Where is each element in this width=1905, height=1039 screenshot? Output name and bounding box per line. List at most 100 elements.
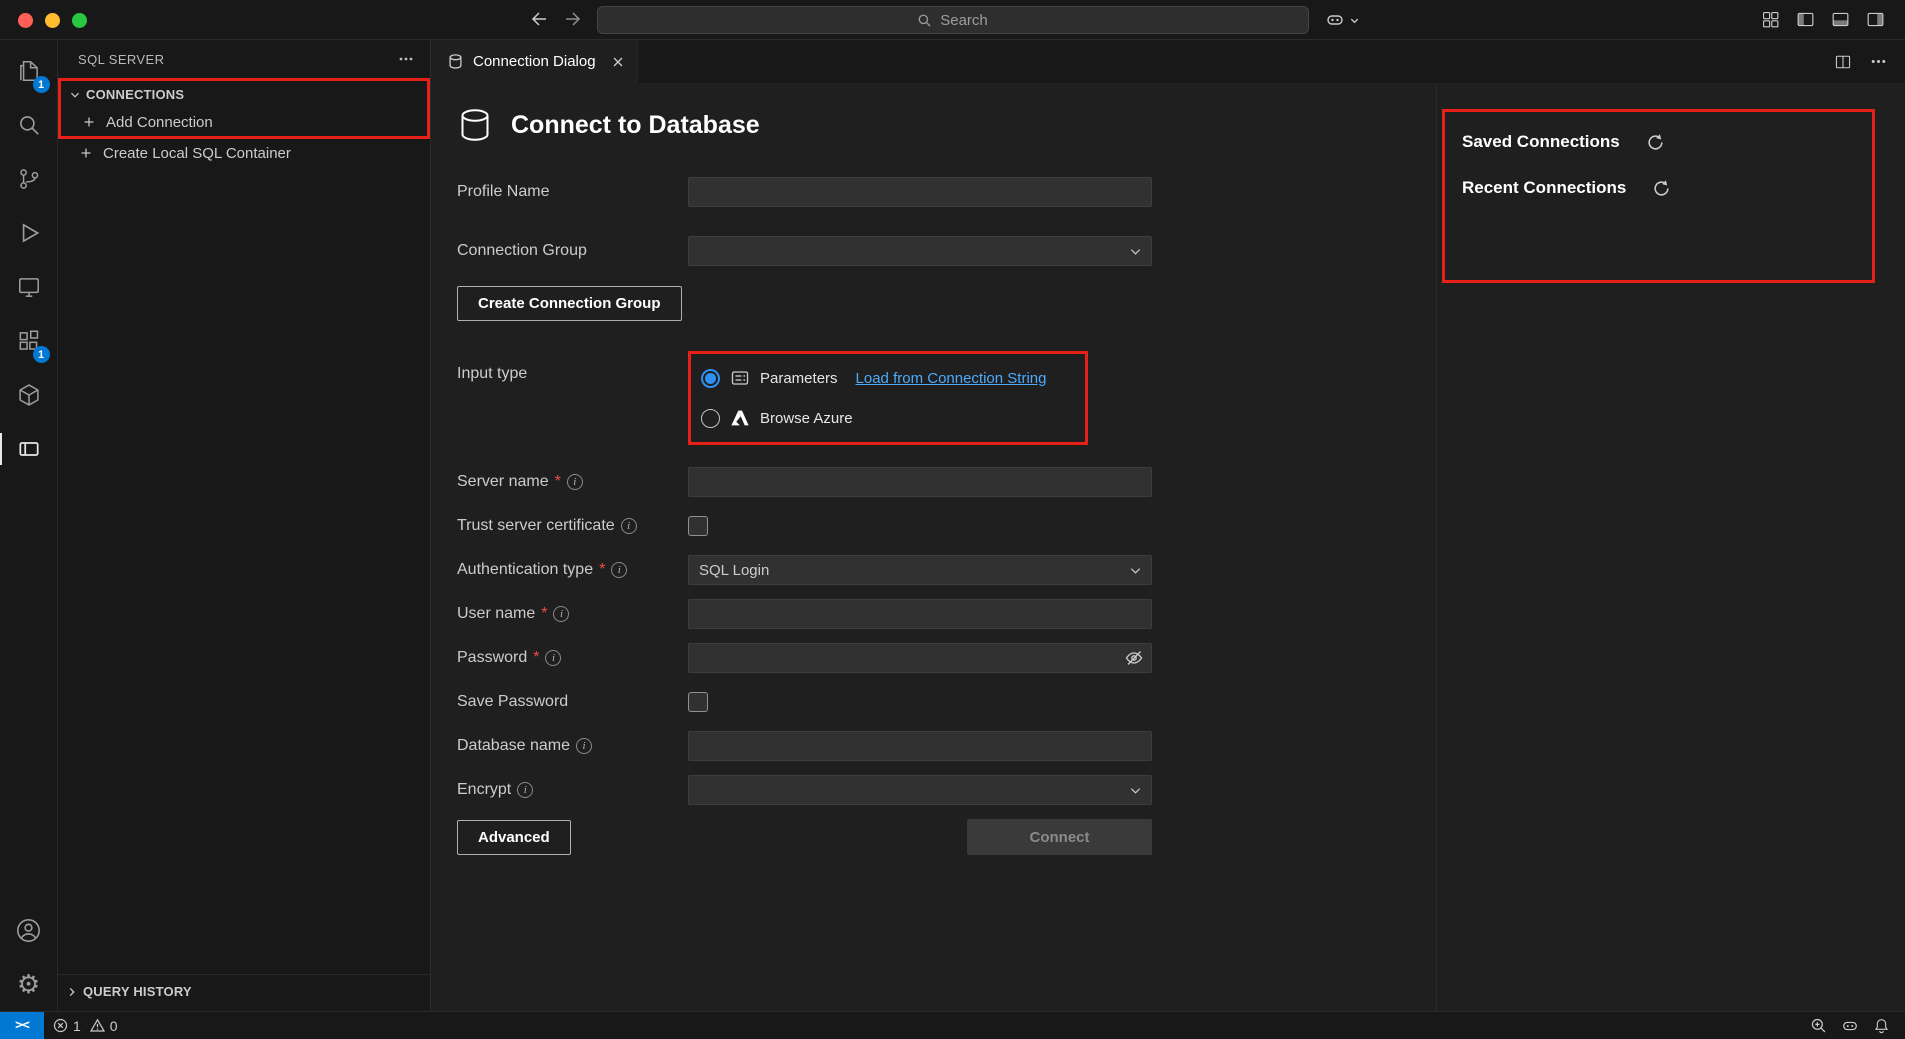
- connection-group-label: Connection Group: [457, 242, 688, 260]
- copilot-menu-button[interactable]: [1325, 10, 1360, 30]
- refresh-saved-connections-icon[interactable]: [1646, 133, 1665, 152]
- trust-server-certificate-checkbox[interactable]: [688, 516, 708, 536]
- user-name-input[interactable]: [688, 599, 1152, 629]
- close-window-button[interactable]: [18, 13, 33, 28]
- explorer-badge: 1: [33, 76, 50, 93]
- activity-settings[interactable]: ⚙: [0, 957, 58, 1011]
- annotation-box-connections: CONNECTIONS Add Connection: [58, 78, 430, 139]
- layout-controls: [1761, 10, 1885, 29]
- statusbar-right: [1803, 1017, 1905, 1035]
- user-name-row: User name * i: [457, 599, 1905, 629]
- info-icon[interactable]: i: [567, 474, 583, 490]
- server-name-input[interactable]: [688, 467, 1152, 497]
- plus-icon: [81, 114, 97, 130]
- activity-explorer[interactable]: 1: [0, 44, 58, 98]
- activity-run-debug[interactable]: [0, 206, 58, 260]
- remote-indicator[interactable]: ><: [0, 1012, 44, 1039]
- password-input[interactable]: [688, 643, 1152, 673]
- encrypt-select[interactable]: [688, 775, 1152, 805]
- sidebar-more-actions-icon[interactable]: [398, 51, 414, 67]
- create-local-container-label: Create Local SQL Container: [103, 145, 291, 162]
- browse-azure-radio[interactable]: [701, 409, 720, 428]
- activity-source-control[interactable]: [0, 152, 58, 206]
- chevron-down-icon: [1128, 244, 1143, 259]
- profile-name-input[interactable]: [688, 177, 1152, 207]
- status-bar: >< 1 0: [0, 1011, 1905, 1039]
- tab-connection-dialog[interactable]: Connection Dialog: [431, 40, 638, 83]
- connections-section-label: CONNECTIONS: [86, 87, 184, 102]
- load-from-connection-string-link[interactable]: Load from Connection String: [856, 370, 1047, 387]
- connection-group-select[interactable]: [688, 236, 1152, 266]
- gear-icon: ⚙: [17, 971, 40, 997]
- history-navigation: [528, 9, 584, 29]
- toggle-password-visibility-icon[interactable]: [1124, 648, 1144, 668]
- required-marker: *: [541, 605, 547, 623]
- create-local-container-item[interactable]: Create Local SQL Container: [58, 139, 430, 167]
- go-forward-icon[interactable]: [564, 9, 584, 29]
- more-actions-icon[interactable]: [1870, 53, 1887, 70]
- primary-sidebar: SQL SERVER CONNECTIONS Add Con: [58, 40, 431, 1011]
- activity-sql-server[interactable]: [0, 422, 58, 476]
- parameters-radio[interactable]: [701, 369, 720, 388]
- password-field-wrap: [688, 643, 1152, 673]
- problems-status[interactable]: 1 0: [44, 1012, 127, 1039]
- toggle-primary-sidebar-icon[interactable]: [1796, 10, 1815, 29]
- saved-connections-title: Saved Connections: [1462, 132, 1620, 152]
- input-type-label: Input type: [457, 351, 688, 383]
- user-name-label: User name * i: [457, 605, 688, 623]
- connect-button[interactable]: Connect: [967, 819, 1152, 855]
- search-view-icon: [16, 112, 42, 138]
- split-editor-icon[interactable]: [1834, 53, 1852, 71]
- minimize-window-button[interactable]: [45, 13, 60, 28]
- go-back-icon[interactable]: [528, 9, 548, 29]
- chevron-down-icon: [67, 87, 83, 103]
- toggle-secondary-sidebar-icon[interactable]: [1866, 10, 1885, 29]
- save-password-checkbox[interactable]: [688, 692, 708, 712]
- activity-accounts[interactable]: [0, 903, 58, 957]
- activity-extensions[interactable]: 1: [0, 314, 58, 368]
- notifications-button[interactable]: [1866, 1017, 1897, 1034]
- info-icon[interactable]: i: [553, 606, 569, 622]
- database-icon: [457, 107, 493, 143]
- info-icon[interactable]: i: [545, 650, 561, 666]
- activity-bar: 1: [0, 40, 58, 1011]
- activity-containers[interactable]: [0, 368, 58, 422]
- database-name-input[interactable]: [688, 731, 1152, 761]
- search-input[interactable]: Search: [597, 6, 1309, 34]
- toggle-panel-icon[interactable]: [1831, 10, 1850, 29]
- refresh-recent-connections-icon[interactable]: [1652, 179, 1671, 198]
- query-history-label: QUERY HISTORY: [83, 984, 192, 999]
- activity-search[interactable]: [0, 98, 58, 152]
- info-icon[interactable]: i: [611, 562, 627, 578]
- activity-remote-explorer[interactable]: [0, 260, 58, 314]
- required-marker: *: [555, 473, 561, 491]
- trust-server-certificate-label: Trust server certificate i: [457, 517, 688, 535]
- password-label: Password * i: [457, 649, 688, 667]
- warning-icon: [90, 1018, 105, 1033]
- customize-layout-icon[interactable]: [1761, 10, 1780, 29]
- copilot-icon: [1841, 1017, 1859, 1035]
- authentication-type-select[interactable]: SQL Login: [688, 555, 1152, 585]
- info-icon[interactable]: i: [621, 518, 637, 534]
- close-tab-icon[interactable]: [611, 55, 625, 69]
- advanced-button[interactable]: Advanced: [457, 820, 571, 855]
- recent-connections-title: Recent Connections: [1462, 178, 1626, 198]
- info-icon[interactable]: i: [576, 738, 592, 754]
- zoom-window-button[interactable]: [72, 13, 87, 28]
- info-icon[interactable]: i: [517, 782, 533, 798]
- create-connection-group-button[interactable]: Create Connection Group: [457, 286, 682, 321]
- copilot-status-button[interactable]: [1834, 1017, 1866, 1035]
- search-icon: [917, 13, 932, 28]
- annotation-box-input-type: Parameters Load from Connection String B…: [688, 351, 1088, 445]
- save-password-row: Save Password: [457, 687, 1905, 717]
- zoom-status-button[interactable]: [1803, 1017, 1834, 1034]
- azure-icon: [730, 408, 750, 428]
- server-name-row: Server name * i: [457, 467, 1905, 497]
- connections-section-header[interactable]: CONNECTIONS: [61, 81, 427, 108]
- editor-actions: [1834, 40, 1905, 83]
- query-history-header[interactable]: QUERY HISTORY: [58, 978, 430, 1005]
- password-row: Password * i: [457, 643, 1905, 673]
- add-connection-item[interactable]: Add Connection: [61, 108, 427, 136]
- parameters-icon: [730, 368, 750, 388]
- profile-name-label: Profile Name: [457, 183, 688, 201]
